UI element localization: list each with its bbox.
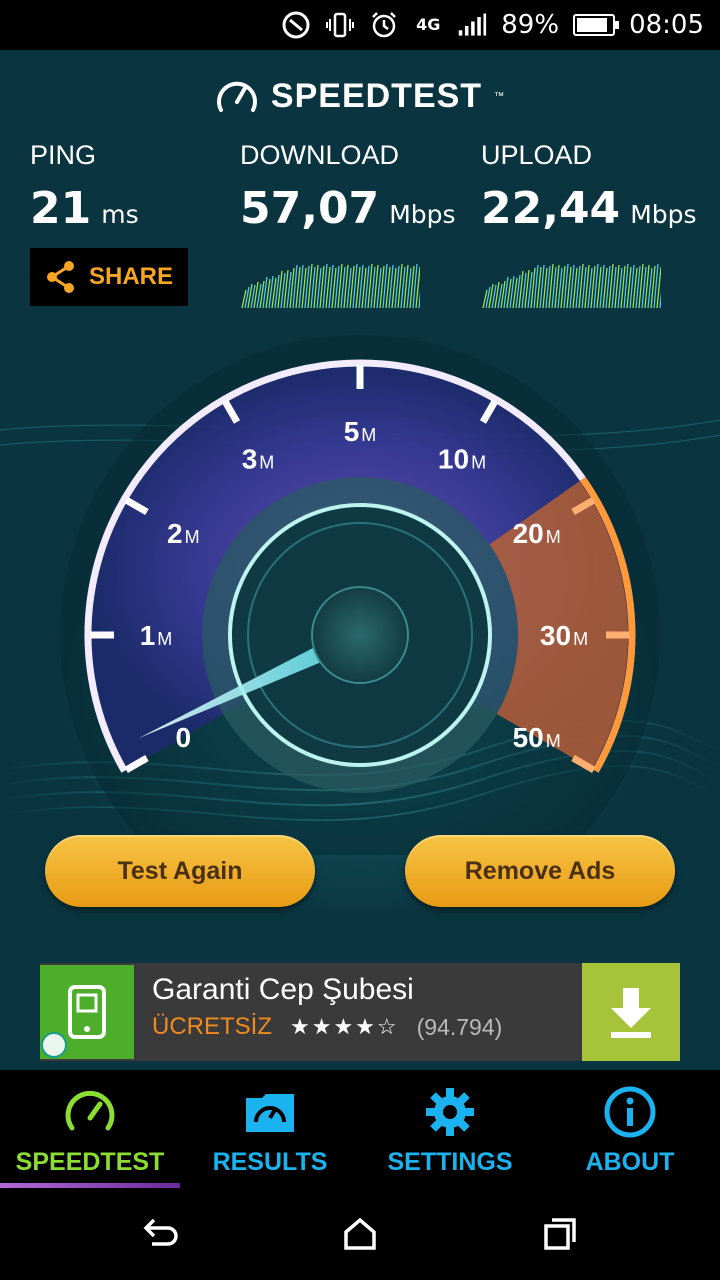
gauge-tick-label: 0 <box>176 722 192 753</box>
gear-icon <box>426 1088 474 1136</box>
recent-apps-icon[interactable] <box>540 1214 580 1254</box>
upload-label: UPLOAD <box>481 140 593 170</box>
vibrate-icon <box>325 10 355 40</box>
clock: 08:05 <box>629 10 704 40</box>
ad-title: Garanti Cep Şubesi <box>152 973 414 1006</box>
trademark: ™ <box>494 90 506 102</box>
tab-speedtest-label: SPEEDTEST <box>15 1148 165 1176</box>
remove-ads-button[interactable]: Remove Ads <box>405 835 675 907</box>
battery-percent: 89% <box>501 10 560 40</box>
info-icon <box>604 1086 656 1138</box>
battery-fill <box>577 18 608 32</box>
ping-metric: PING 21 ms <box>30 140 139 234</box>
status-bar: 4G 89% 08:05 <box>0 0 720 50</box>
share-icon <box>46 261 74 293</box>
share-label: SHARE <box>88 263 173 290</box>
speedometer-icon <box>65 1090 115 1131</box>
download-label: DOWNLOAD <box>240 140 400 170</box>
results-folder-icon <box>246 1094 294 1132</box>
test-again-button[interactable]: Test Again <box>45 835 315 907</box>
tab-about[interactable]: ABOUT <box>540 1070 720 1188</box>
ad-banner[interactable]: Garanti Cep Şubesi ÜCRETSİZ ★★★★☆ (94.79… <box>40 963 680 1061</box>
upload-sparkline <box>482 263 661 308</box>
upload-metric: UPLOAD 22,44 Mbps <box>481 140 697 234</box>
upload-value: 22,44 <box>481 183 621 234</box>
alarm-icon <box>369 10 399 40</box>
upload-unit: Mbps <box>630 200 697 229</box>
signal-icon <box>457 10 487 40</box>
home-icon[interactable] <box>340 1214 380 1254</box>
download-unit: Mbps <box>389 200 456 229</box>
nfc-icon <box>281 10 311 40</box>
tab-settings[interactable]: SETTINGS <box>360 1070 540 1188</box>
bottom-tab-bar: SPEEDTEST RESULTS SETTINGS ABOUT <box>0 1070 720 1188</box>
tab-about-label: ABOUT <box>585 1148 675 1176</box>
tab-results[interactable]: RESULTS <box>180 1070 360 1188</box>
download-sparkline <box>241 263 420 308</box>
speedtest-app: SPEEDTEST ™ PING 21 ms DOWNLOAD 57,07 Mbps … <box>0 50 720 1070</box>
ad-free-label: ÜCRETSİZ <box>152 1013 272 1040</box>
share-button[interactable]: SHARE <box>30 248 188 306</box>
speedometer-logo-icon <box>216 81 257 112</box>
network-type: 4G <box>416 15 441 34</box>
tab-results-label: RESULTS <box>212 1148 328 1176</box>
ad-rating-count: (94.794) <box>416 1013 503 1040</box>
tab-speedtest[interactable]: SPEEDTEST <box>0 1070 180 1188</box>
battery-icon <box>573 14 620 36</box>
back-icon[interactable] <box>140 1214 180 1254</box>
ping-unit: ms <box>101 200 139 229</box>
speed-gauge: 01 M2 M3 M5 M10 M20 M30 M50 M <box>60 335 660 855</box>
speedtest-logo: SPEEDTEST ™ <box>0 76 720 116</box>
tab-settings-label: SETTINGS <box>387 1148 513 1176</box>
ad-app-icon <box>40 965 134 1059</box>
ping-value: 21 <box>30 183 92 234</box>
download-value: 57,07 <box>240 183 380 234</box>
ad-rating-stars: ★★★★☆ <box>290 1014 399 1039</box>
ad-download-button[interactable] <box>582 963 680 1061</box>
ping-label: PING <box>30 140 97 170</box>
app-title: SPEEDTEST <box>270 76 483 115</box>
download-icon <box>611 988 651 1038</box>
system-nav-bar <box>0 1188 720 1280</box>
download-metric: DOWNLOAD 57,07 Mbps <box>240 140 456 234</box>
